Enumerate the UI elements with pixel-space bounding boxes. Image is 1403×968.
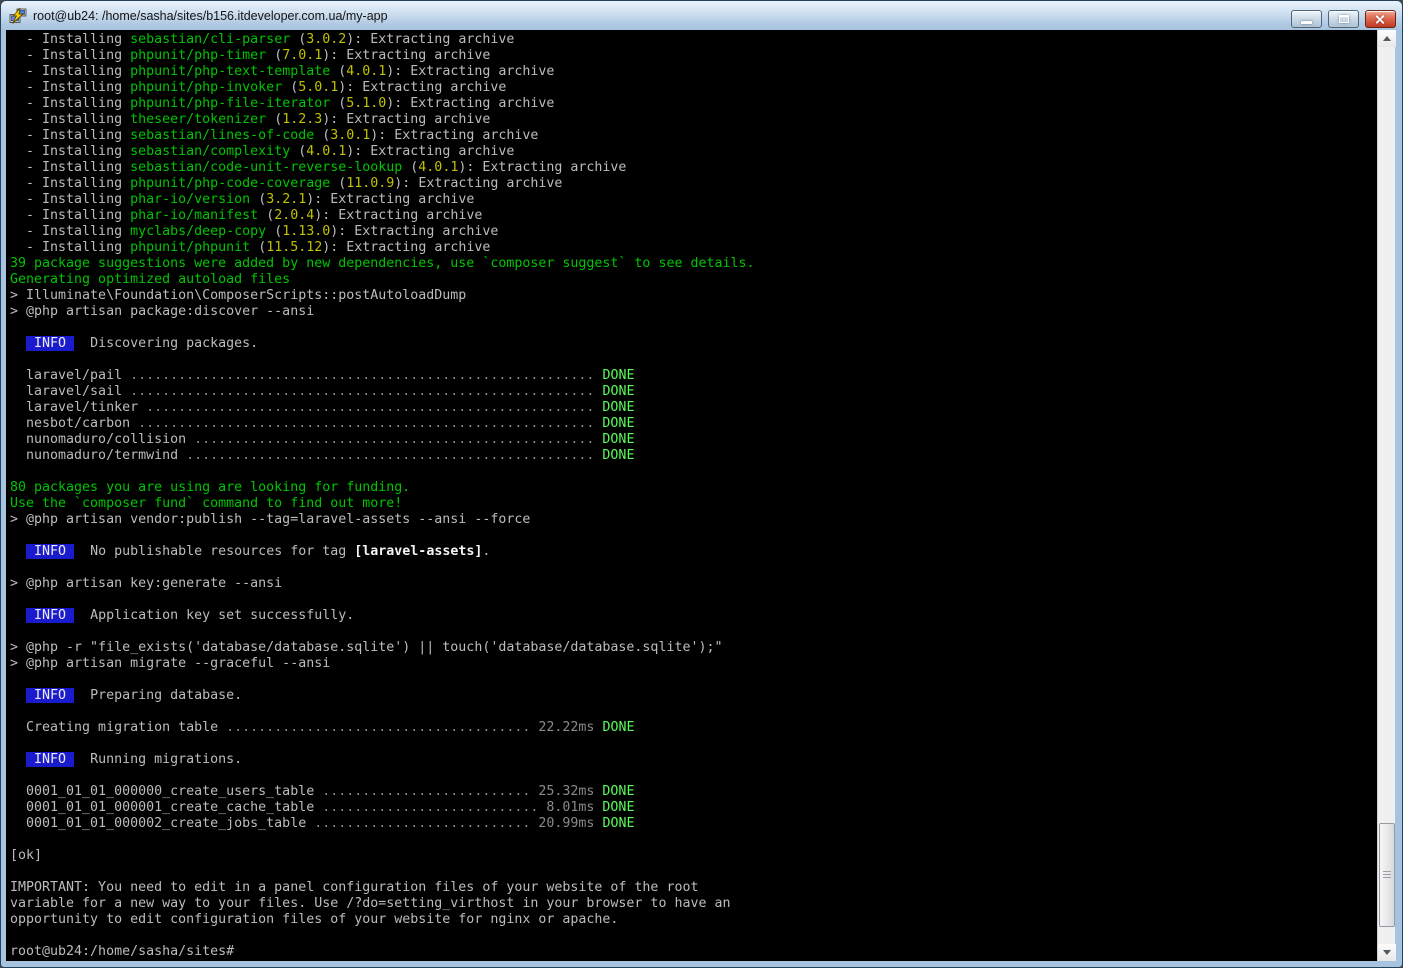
terminal-line: - Installing myclabs/deep-copy (1.13.0):… [10, 224, 1377, 240]
scroll-up-button[interactable] [1378, 30, 1396, 47]
terminal-line: IMPORTANT: You need to edit in a panel c… [10, 880, 1377, 896]
terminal-line: root@ub24:/home/sasha/sites# [10, 944, 1377, 960]
terminal-line: 39 package suggestions were added by new… [10, 256, 1377, 272]
terminal-line: [ok] [10, 848, 1377, 864]
scrollbar-grip-icon [1383, 871, 1391, 879]
window-title: root@ub24: /home/sasha/sites/b156.itdeve… [33, 9, 388, 23]
terminal-line: - Installing sebastian/complexity (4.0.1… [10, 144, 1377, 160]
terminal-line: - Installing theseer/tokenizer (1.2.3): … [10, 112, 1377, 128]
terminal-line: - Installing sebastian/cli-parser (3.0.2… [10, 32, 1377, 48]
terminal-line [10, 864, 1377, 880]
terminal-line [10, 928, 1377, 944]
scrollbar-thumb[interactable] [1379, 823, 1395, 927]
minimize-icon [1301, 21, 1312, 24]
terminal-line: > Illuminate\Foundation\ComposerScripts:… [10, 288, 1377, 304]
terminal-line [10, 768, 1377, 784]
terminal-line: > @php artisan key:generate --ansi [10, 576, 1377, 592]
terminal-line: - Installing sebastian/lines-of-code (3.… [10, 128, 1377, 144]
terminal-line: Generating optimized autoload files [10, 272, 1377, 288]
terminal-line: - Installing phpunit/php-file-iterator (… [10, 96, 1377, 112]
terminal-line: - Installing phar-io/version (3.2.1): Ex… [10, 192, 1377, 208]
terminal-line: - Installing sebastian/code-unit-reverse… [10, 160, 1377, 176]
terminal-line: - Installing phpunit/phpunit (11.5.12): … [10, 240, 1377, 256]
arrow-down-icon [1383, 950, 1391, 955]
terminal-line: variable for a new way to your files. Us… [10, 896, 1377, 912]
putty-window: root@ub24: /home/sasha/sites/b156.itdeve… [0, 0, 1403, 968]
terminal-line: > @php artisan migrate --graceful --ansi [10, 656, 1377, 672]
terminal-line [10, 464, 1377, 480]
close-icon [1375, 14, 1386, 25]
terminal-line: - Installing phpunit/php-text-template (… [10, 64, 1377, 80]
terminal-line: Creating migration table ...............… [10, 720, 1377, 736]
terminal-line: 0001_01_01_000000_create_users_table ...… [10, 784, 1377, 800]
terminal-line [10, 560, 1377, 576]
terminal-line: INFO Preparing database. [10, 688, 1377, 704]
terminal-line: - Installing phar-io/manifest (2.0.4): E… [10, 208, 1377, 224]
terminal-line: nunomaduro/termwind ....................… [10, 448, 1377, 464]
terminal-line: - Installing phpunit/php-timer (7.0.1): … [10, 48, 1377, 64]
terminal-line: INFO Application key set successfully. [10, 608, 1377, 624]
putty-icon [9, 8, 27, 24]
scrollbar[interactable] [1377, 30, 1395, 961]
terminal-line: nunomaduro/collision ...................… [10, 432, 1377, 448]
terminal-line: 80 packages you are using are looking fo… [10, 480, 1377, 496]
terminal-line [10, 592, 1377, 608]
terminal-line: - Installing phpunit/php-invoker (5.0.1)… [10, 80, 1377, 96]
terminal-line [10, 624, 1377, 640]
terminal-line [10, 352, 1377, 368]
terminal-line: > @php -r "file_exists('database/databas… [10, 640, 1377, 656]
terminal-line: Use the `composer fund` command to find … [10, 496, 1377, 512]
terminal-line: INFO Discovering packages. [10, 336, 1377, 352]
terminal-line: INFO Running migrations. [10, 752, 1377, 768]
terminal-line: laravel/tinker .........................… [10, 400, 1377, 416]
terminal-line [10, 672, 1377, 688]
terminal-line: - Installing phpunit/php-code-coverage (… [10, 176, 1377, 192]
terminal-line [10, 704, 1377, 720]
close-button[interactable] [1365, 10, 1396, 28]
terminal-line: > @php artisan vendor:publish --tag=lara… [10, 512, 1377, 528]
terminal-line: laravel/sail ...........................… [10, 384, 1377, 400]
maximize-icon [1339, 15, 1349, 23]
maximize-button[interactable] [1328, 10, 1359, 28]
terminal-client-area: - Installing sebastian/cli-parser (3.0.2… [6, 30, 1395, 961]
window-controls [1291, 10, 1396, 28]
terminal-line: nesbot/carbon ..........................… [10, 416, 1377, 432]
titlebar[interactable]: root@ub24: /home/sasha/sites/b156.itdeve… [1, 1, 1402, 30]
terminal-line [10, 528, 1377, 544]
terminal-line: 0001_01_01_000002_create_jobs_table ....… [10, 816, 1377, 832]
scroll-down-button[interactable] [1378, 944, 1396, 961]
terminal-line [10, 320, 1377, 336]
terminal-line: INFO No publishable resources for tag [l… [10, 544, 1377, 560]
terminal-line [10, 736, 1377, 752]
terminal-line: laravel/pail ...........................… [10, 368, 1377, 384]
terminal-line: opportunity to edit configuration files … [10, 912, 1377, 928]
terminal-line: > @php artisan package:discover --ansi [10, 304, 1377, 320]
minimize-button[interactable] [1291, 10, 1322, 28]
arrow-up-icon [1383, 36, 1391, 41]
terminal-line: 0001_01_01_000001_create_cache_table ...… [10, 800, 1377, 816]
terminal-line [10, 832, 1377, 848]
terminal-output[interactable]: - Installing sebastian/cli-parser (3.0.2… [6, 30, 1377, 961]
